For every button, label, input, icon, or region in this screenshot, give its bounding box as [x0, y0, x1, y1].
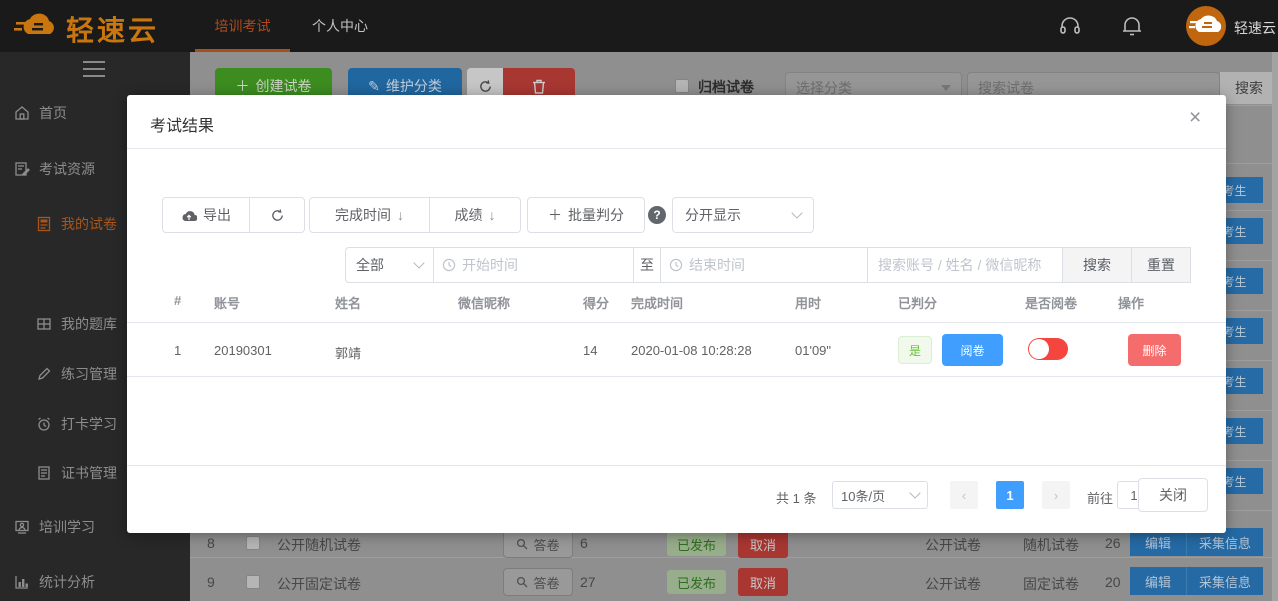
delete-button[interactable]: 删除 [1128, 334, 1181, 366]
col-account: 账号 [214, 296, 241, 311]
scope-select[interactable]: 全部 [345, 247, 434, 283]
end-time-input[interactable]: 结束时间 [660, 247, 868, 283]
edit-pencil-icon: ✎ [368, 77, 380, 94]
clock-icon [669, 258, 683, 272]
divider [127, 465, 1226, 466]
certificate-icon [36, 465, 52, 481]
headset-icon[interactable] [1058, 14, 1082, 38]
review-toggle[interactable] [1028, 338, 1068, 360]
plus-icon: ＋ [235, 78, 250, 94]
clock-icon [442, 258, 456, 272]
exam-paper-icon [36, 216, 52, 232]
modal-reset-button[interactable]: 重置 [1131, 247, 1191, 283]
archive-checkbox[interactable] [675, 79, 689, 93]
col-wechat: 微信昵称 [458, 296, 511, 311]
row-checkbox[interactable] [246, 575, 260, 589]
help-question-icon[interactable]: ? [648, 206, 666, 224]
row-checkbox[interactable] [246, 536, 260, 550]
user-avatar[interactable] [1186, 6, 1226, 46]
col-actions: 操作 [1118, 296, 1145, 311]
document-pencil-icon [14, 161, 30, 177]
username[interactable]: 轻速云 [1234, 18, 1276, 38]
plus-icon: ＋ [548, 207, 562, 223]
next-page-button[interactable]: › [1042, 481, 1070, 509]
chevron-down-icon [791, 207, 803, 219]
sort-desc-icon: ↓ [488, 207, 496, 223]
chart-icon [14, 574, 30, 590]
chevron-down-icon [413, 257, 425, 269]
published-badge: 已发布 [667, 532, 727, 556]
page-size-select[interactable]: 10条/页 [832, 481, 928, 509]
dropdown-arrow-icon [941, 85, 951, 91]
top-navbar: 轻速云 培训考试 个人中心 轻速云 [0, 0, 1278, 52]
exam-results-modal: 考试结果 × 导出 完成时间 ↓ 成绩 ↓ ＋ 批量判分 ? 分开显示 全部 开… [127, 95, 1226, 533]
col-finish: 完成时间 [631, 296, 684, 311]
scrollbar[interactable] [1272, 52, 1278, 601]
modal-title: 考试结果 [150, 118, 215, 135]
divider [190, 557, 1272, 558]
col-judged: 已判分 [898, 296, 938, 311]
search-account-input[interactable] [867, 247, 1063, 283]
edit-button[interactable]: 编辑 [1130, 567, 1187, 595]
modal-search-button[interactable]: 搜索 [1062, 247, 1132, 283]
date-range-to-label: 至 [633, 247, 661, 283]
divider [127, 148, 1226, 149]
current-page-button[interactable]: 1 [996, 481, 1024, 509]
col-index: # [174, 293, 182, 308]
review-paper-button[interactable]: 阅卷 [942, 334, 1003, 366]
col-review: 是否阅卷 [1025, 296, 1078, 311]
active-tab-underline [195, 49, 290, 52]
total-count: 共 1 条 [776, 491, 817, 506]
col-duration: 用时 [795, 296, 822, 311]
collect-info-button[interactable]: 采集信息 [1187, 567, 1263, 595]
cancel-publish-button[interactable]: 取消 [738, 568, 789, 596]
prev-page-button[interactable]: ‹ [950, 481, 978, 509]
bg-search-button[interactable]: 搜索 [1220, 72, 1278, 104]
tab-personal-center[interactable]: 个人中心 [305, 0, 375, 52]
sort-desc-icon: ↓ [397, 207, 404, 223]
goto-label: 前往 [1087, 491, 1114, 506]
col-name: 姓名 [335, 296, 362, 311]
published-badge: 已发布 [667, 570, 727, 594]
alarm-clock-icon [36, 416, 52, 432]
start-time-input[interactable]: 开始时间 [433, 247, 634, 283]
divider [127, 322, 1226, 323]
sidebar-item-statistics[interactable]: 统计分析 [0, 565, 190, 599]
pencil-icon [36, 366, 52, 382]
training-icon [14, 519, 30, 535]
cloud-upload-icon [181, 209, 197, 222]
refresh-button[interactable] [250, 197, 305, 233]
grid-icon [36, 316, 52, 332]
display-mode-select[interactable]: 分开显示 [672, 197, 814, 233]
chevron-down-icon [909, 487, 921, 499]
close-icon[interactable]: × [1189, 107, 1201, 128]
logo-cloud-icon [14, 10, 58, 42]
home-icon [14, 105, 30, 121]
sort-by-score-button[interactable]: 成绩 ↓ [430, 197, 521, 233]
collapse-menu-icon[interactable] [83, 61, 105, 77]
batch-grading-button[interactable]: ＋ 批量判分 [527, 197, 645, 233]
sort-by-finish-time-button[interactable]: 完成时间 ↓ [309, 197, 430, 233]
cancel-publish-button[interactable]: 取消 [738, 530, 789, 558]
col-score: 得分 [583, 296, 610, 311]
answer-sheet-button[interactable]: 答卷 [503, 568, 573, 596]
export-button[interactable]: 导出 [162, 197, 250, 233]
logo-text: 轻速云 [66, 15, 160, 46]
judged-badge: 是 [898, 336, 932, 364]
divider [127, 376, 1226, 377]
close-button[interactable]: 关闭 [1138, 478, 1208, 512]
bell-icon[interactable] [1121, 14, 1143, 38]
answer-sheet-button[interactable]: 答卷 [503, 530, 573, 558]
tab-training-exam[interactable]: 培训考试 [195, 0, 290, 52]
archive-label: 归档试卷 [698, 79, 754, 95]
